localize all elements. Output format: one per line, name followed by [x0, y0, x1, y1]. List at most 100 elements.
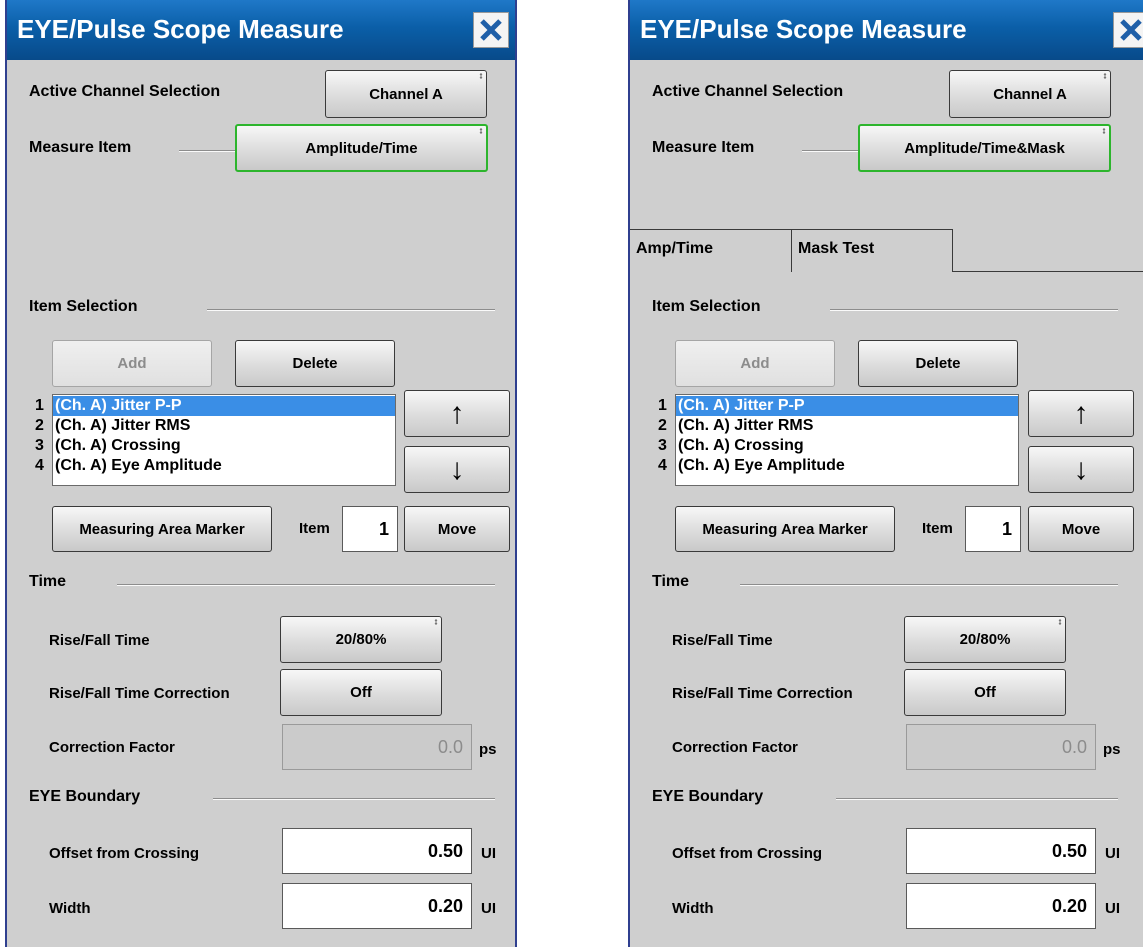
correction-factor-unit: ps — [479, 741, 497, 758]
correction-factor-label: Correction Factor — [672, 739, 798, 756]
dialog-title: EYE/Pulse Scope Measure — [640, 14, 967, 44]
add-button-label: Add — [740, 355, 770, 372]
move-button-label: Move — [437, 520, 477, 538]
tab-mask-test[interactable]: Mask Test — [791, 229, 953, 272]
add-button[interactable]: Add — [675, 340, 835, 387]
list-item[interactable]: (Ch. A) Eye Amplitude — [676, 456, 1018, 476]
dropdown-dots-icon — [1058, 619, 1062, 625]
list-item[interactable]: (Ch. A) Crossing — [676, 436, 1018, 456]
offset-input[interactable]: 0.50 — [282, 828, 472, 874]
eye-boundary-label: EYE Boundary — [652, 788, 764, 805]
item-number-input[interactable]: 1 — [342, 506, 398, 552]
measure-item-list[interactable]: (Ch. A) Jitter P-P (Ch. A) Jitter RMS (C… — [675, 394, 1019, 486]
offset-unit: UI — [481, 845, 496, 862]
measuring-area-marker-button[interactable]: Measuring Area Marker — [675, 506, 895, 552]
width-input[interactable]: 0.20 — [282, 883, 472, 929]
channel-select-button[interactable]: Channel A — [325, 70, 487, 118]
dropdown-dots-icon — [1103, 73, 1107, 79]
item-number: 3 — [658, 437, 667, 454]
measure-item-list[interactable]: (Ch. A) Jitter P-P (Ch. A) Jitter RMS (C… — [52, 394, 396, 486]
divider — [836, 798, 1118, 800]
left-dialog: EYE/Pulse Scope Measure Active Channel S… — [5, 0, 517, 947]
measure-item-value: Amplitude/Time&Mask — [904, 139, 1065, 157]
item-number: 1 — [35, 397, 44, 414]
move-down-button[interactable]: ↓ — [404, 446, 510, 493]
rise-fall-time-button[interactable]: 20/80% — [280, 616, 442, 663]
item-number-input[interactable]: 1 — [965, 506, 1021, 552]
rise-fall-time-value: 20/80% — [959, 631, 1011, 648]
offset-input[interactable]: 0.50 — [906, 828, 1096, 874]
title-bar: EYE/Pulse Scope Measure — [630, 0, 1143, 60]
add-button[interactable]: Add — [52, 340, 212, 387]
delete-button-label: Delete — [292, 355, 338, 372]
rise-fall-correction-button[interactable]: Off — [904, 669, 1066, 716]
arrow-up-icon: ↑ — [1073, 396, 1089, 430]
list-item[interactable]: (Ch. A) Jitter RMS — [676, 416, 1018, 436]
move-up-button[interactable]: ↑ — [404, 390, 510, 437]
rise-fall-correction-button[interactable]: Off — [280, 669, 442, 716]
width-input[interactable]: 0.20 — [906, 883, 1096, 929]
item-number: 2 — [35, 417, 44, 434]
item-label: Item — [922, 520, 953, 537]
width-value: 0.20 — [427, 895, 463, 916]
measuring-area-marker-button[interactable]: Measuring Area Marker — [52, 506, 272, 552]
measure-item-label: Measure Item — [652, 139, 755, 156]
arrow-down-icon: ↓ — [449, 452, 465, 486]
dropdown-dots-icon — [479, 73, 483, 79]
item-selection-label: Item Selection — [29, 298, 138, 315]
rise-fall-time-button[interactable]: 20/80% — [904, 616, 1066, 663]
rise-fall-correction-value: Off — [350, 684, 372, 701]
right-dialog: EYE/Pulse Scope Measure Active Channel S… — [628, 0, 1143, 947]
correction-factor-input[interactable]: 0.0 — [282, 724, 472, 770]
width-label: Width — [49, 900, 91, 917]
move-up-button[interactable]: ↑ — [1028, 390, 1134, 437]
move-button[interactable]: Move — [1028, 506, 1134, 552]
list-item[interactable]: (Ch. A) Jitter P-P — [676, 396, 1018, 416]
measure-item-label: Measure Item — [29, 139, 132, 156]
measure-item-button[interactable]: Amplitude/Time — [235, 124, 488, 172]
width-unit: UI — [481, 900, 496, 917]
correction-factor-input[interactable]: 0.0 — [906, 724, 1096, 770]
offset-value: 0.50 — [427, 840, 463, 861]
list-item[interactable]: (Ch. A) Crossing — [53, 436, 395, 456]
rise-fall-time-label: Rise/Fall Time — [49, 632, 150, 649]
delete-button[interactable]: Delete — [235, 340, 395, 387]
correction-factor-value: 0.0 — [437, 736, 463, 757]
item-number: 2 — [658, 417, 667, 434]
divider — [117, 584, 495, 586]
item-number: 4 — [35, 457, 44, 474]
title-bar: EYE/Pulse Scope Measure — [7, 0, 515, 60]
tab-amp-time[interactable]: Amp/Time — [630, 229, 792, 272]
move-button[interactable]: Move — [404, 506, 510, 552]
move-button-label: Move — [1061, 520, 1101, 538]
list-item[interactable]: (Ch. A) Jitter RMS — [53, 416, 395, 436]
dropdown-dots-icon — [434, 619, 438, 625]
width-label: Width — [672, 900, 714, 917]
list-item[interactable]: (Ch. A) Jitter P-P — [53, 396, 395, 416]
item-selection-label: Item Selection — [652, 298, 761, 315]
item-number: 4 — [658, 457, 667, 474]
divider — [207, 309, 495, 311]
item-number: 3 — [35, 437, 44, 454]
correction-factor-label: Correction Factor — [49, 739, 175, 756]
measure-item-button[interactable]: Amplitude/Time&Mask — [858, 124, 1111, 172]
offset-value: 0.50 — [1051, 840, 1087, 861]
eye-boundary-label: EYE Boundary — [29, 788, 141, 805]
tab-mask-test-label: Mask Test — [798, 240, 875, 257]
active-channel-label: Active Channel Selection — [652, 83, 844, 100]
channel-select-button[interactable]: Channel A — [949, 70, 1111, 118]
rise-fall-time-value: 20/80% — [335, 631, 387, 648]
rise-fall-correction-value: Off — [974, 684, 996, 701]
measuring-area-marker-label: Measuring Area Marker — [79, 520, 245, 538]
divider — [830, 309, 1118, 311]
move-down-button[interactable]: ↓ — [1028, 446, 1134, 493]
close-button[interactable] — [1113, 12, 1143, 48]
item-number-value: 1 — [1001, 518, 1012, 539]
divider — [740, 584, 1118, 586]
delete-button[interactable]: Delete — [858, 340, 1018, 387]
dropdown-dots-icon — [479, 128, 483, 134]
list-item[interactable]: (Ch. A) Eye Amplitude — [53, 456, 395, 476]
channel-select-label: Channel A — [993, 85, 1067, 103]
close-button[interactable] — [473, 12, 509, 48]
close-icon — [1120, 19, 1142, 41]
